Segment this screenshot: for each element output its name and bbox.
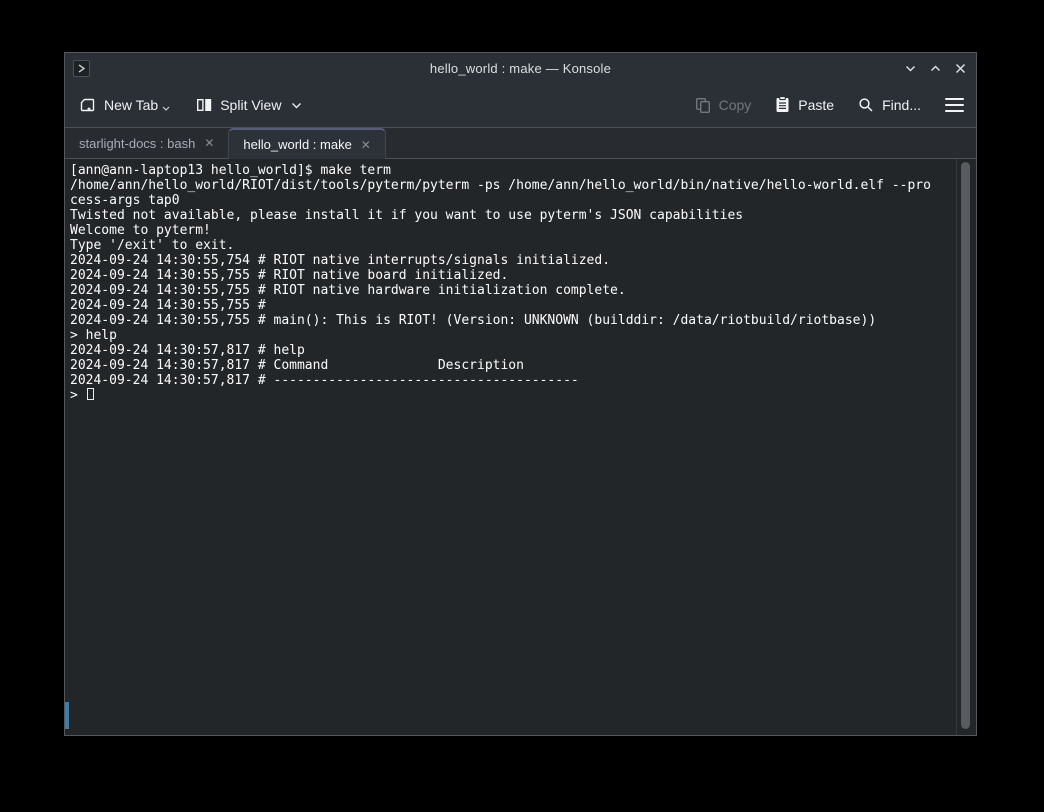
konsole-window: hello_world : make — Konsole New Tab: [64, 52, 977, 736]
tab-label: hello_world : make: [243, 137, 351, 152]
terminal-line: 2024-09-24 14:30:55,755 # RIOT native ha…: [70, 283, 950, 298]
split-view-button[interactable]: Split View: [196, 97, 302, 113]
split-view-dropdown-caret-icon: [291, 102, 302, 109]
terminal-line: > help: [70, 328, 950, 343]
window-controls: [902, 53, 968, 83]
find-button[interactable]: Find...: [858, 97, 921, 113]
close-button[interactable]: [952, 60, 968, 76]
terminal-line: 2024-09-24 14:30:57,817 # --------------…: [70, 373, 950, 388]
terminal-line: 2024-09-24 14:30:57,817 # Command Descri…: [70, 358, 950, 373]
copy-icon: [695, 97, 711, 113]
hamburger-menu-button[interactable]: [945, 96, 964, 114]
terminal-line: 2024-09-24 14:30:55,755 # RIOT native bo…: [70, 268, 950, 283]
terminal-line: cess-args tap0: [70, 193, 950, 208]
terminal-line: 2024-09-24 14:30:55,755 #: [70, 298, 950, 313]
terminal-line: [ann@ann-laptop13 hello_world]$ make ter…: [70, 163, 950, 178]
terminal-line: /home/ann/hello_world/RIOT/dist/tools/py…: [70, 178, 950, 193]
tab-close-icon[interactable]: ✕: [361, 139, 371, 151]
paste-icon: [775, 96, 790, 113]
terminal-line: 2024-09-24 14:30:57,817 # help: [70, 343, 950, 358]
split-view-label: Split View: [220, 97, 281, 113]
terminal-output: [ann@ann-laptop13 hello_world]$ make ter…: [70, 163, 950, 388]
tab-hello-world[interactable]: hello_world : make ✕: [228, 128, 385, 159]
tab-starlight-docs[interactable]: starlight-docs : bash ✕: [65, 128, 228, 158]
new-tab-dropdown-caret-icon: [162, 106, 170, 111]
terminal-view[interactable]: [ann@ann-laptop13 hello_world]$ make ter…: [65, 159, 976, 735]
paste-label: Paste: [798, 97, 834, 113]
minimize-button[interactable]: [902, 60, 918, 76]
toolbar: New Tab Split View: [65, 83, 976, 127]
scrollbar-thumb[interactable]: [961, 162, 970, 729]
paste-button[interactable]: Paste: [775, 96, 834, 113]
terminal-prompt-line: >: [70, 388, 950, 403]
terminal-line: 2024-09-24 14:30:55,754 # RIOT native in…: [70, 253, 950, 268]
focus-indicator-bar: [65, 702, 69, 729]
copy-label: Copy: [719, 97, 752, 113]
find-label: Find...: [882, 97, 921, 113]
toolbar-right-group: Copy Paste: [695, 96, 964, 114]
terminal-line: Welcome to pyterm!: [70, 223, 950, 238]
terminal-line: 2024-09-24 14:30:55,755 # main(): This i…: [70, 313, 950, 328]
search-icon: [858, 97, 874, 113]
tab-label: starlight-docs : bash: [79, 136, 195, 151]
terminal-line: Twisted not available, please install it…: [70, 208, 950, 223]
new-tab-button[interactable]: New Tab: [79, 97, 170, 114]
scrollbar-separator: [956, 159, 957, 735]
window-title: hello_world : make — Konsole: [65, 61, 976, 76]
tab-close-icon[interactable]: ✕: [204, 137, 214, 149]
tabbar: starlight-docs : bash ✕ hello_world : ma…: [65, 127, 976, 159]
copy-button[interactable]: Copy: [695, 97, 752, 113]
titlebar[interactable]: hello_world : make — Konsole: [65, 53, 976, 83]
new-tab-label: New Tab: [104, 97, 158, 113]
split-view-icon: [196, 97, 212, 113]
terminal-cursor: [87, 388, 94, 400]
terminal-line: Type '/exit' to exit.: [70, 238, 950, 253]
tab-new-icon: [79, 97, 96, 114]
maximize-button[interactable]: [927, 60, 943, 76]
